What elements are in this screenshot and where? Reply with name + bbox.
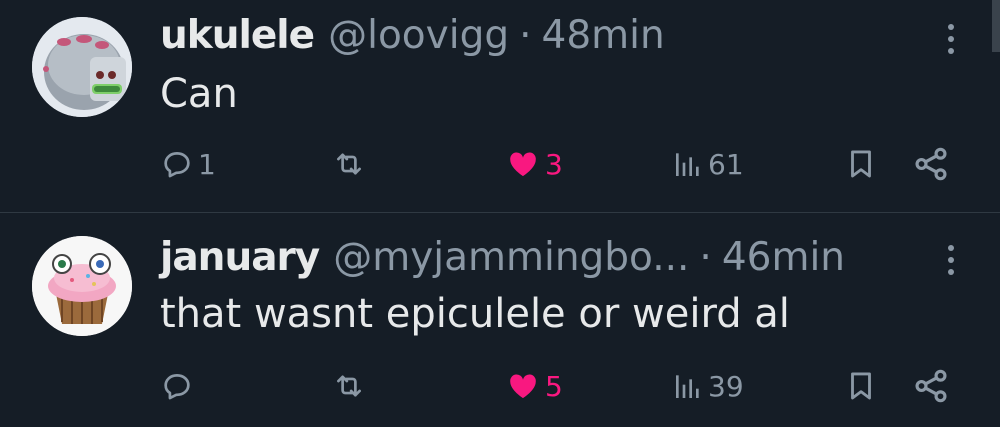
separator-dot: ·	[519, 13, 532, 58]
display-name[interactable]: january	[160, 236, 320, 280]
repost-button[interactable]	[330, 364, 372, 408]
share-icon	[915, 147, 947, 181]
post-text: Can	[160, 71, 238, 117]
share-button[interactable]	[912, 364, 950, 408]
display-name[interactable]: ukulele	[160, 14, 315, 58]
separator-dot: ·	[699, 235, 712, 280]
bookmark-icon	[851, 372, 871, 400]
like-count: 3	[545, 147, 563, 181]
heart-icon	[510, 152, 536, 177]
like-button[interactable]: 3	[505, 142, 563, 186]
action-bar: 5 39	[0, 364, 1000, 408]
user-handle[interactable]: @myjammingbo...	[333, 236, 689, 280]
bookmark-icon	[851, 150, 871, 178]
views-icon	[676, 153, 699, 176]
share-icon	[915, 369, 947, 403]
timestamp[interactable]: 48min	[542, 14, 665, 58]
more-icon[interactable]	[936, 19, 966, 59]
like-button[interactable]: 5	[505, 364, 563, 408]
avatar[interactable]	[32, 236, 132, 336]
views-icon	[676, 375, 699, 398]
share-button[interactable]	[912, 142, 950, 186]
bookmark-button[interactable]	[844, 142, 878, 186]
view-count: 61	[708, 147, 744, 181]
monster-avatar-icon	[32, 17, 132, 117]
avatar[interactable]	[32, 17, 132, 117]
cupcake-avatar-icon	[32, 236, 132, 336]
reply-button[interactable]	[160, 364, 198, 408]
reply-icon	[164, 152, 190, 178]
repost-icon	[337, 153, 361, 175]
post[interactable]: ukulele @loovigg · 48min Can 1 3 61	[0, 0, 1000, 213]
bookmark-button[interactable]	[844, 364, 878, 408]
repost-button[interactable]	[330, 142, 372, 186]
views-button[interactable]: 39	[672, 364, 744, 408]
reply-button[interactable]: 1	[160, 142, 216, 186]
like-count: 5	[545, 369, 563, 403]
more-icon[interactable]	[936, 240, 966, 280]
reply-count: 1	[198, 147, 216, 181]
post[interactable]: january @myjammingbo... · 46min that was…	[0, 213, 1000, 426]
scrollbar-thumb[interactable]	[992, 0, 1000, 52]
repost-icon	[337, 375, 361, 397]
reply-icon	[164, 374, 190, 400]
views-button[interactable]: 61	[672, 142, 744, 186]
post-header: january @myjammingbo... · 46min	[160, 236, 845, 280]
post-text: that wasnt epiculele or weird al	[160, 291, 790, 337]
timestamp[interactable]: 46min	[722, 236, 845, 280]
user-handle[interactable]: @loovigg	[328, 14, 509, 58]
view-count: 39	[708, 369, 744, 403]
post-header: ukulele @loovigg · 48min	[160, 14, 665, 58]
heart-icon	[510, 374, 536, 399]
action-bar: 1 3 61	[0, 142, 1000, 186]
